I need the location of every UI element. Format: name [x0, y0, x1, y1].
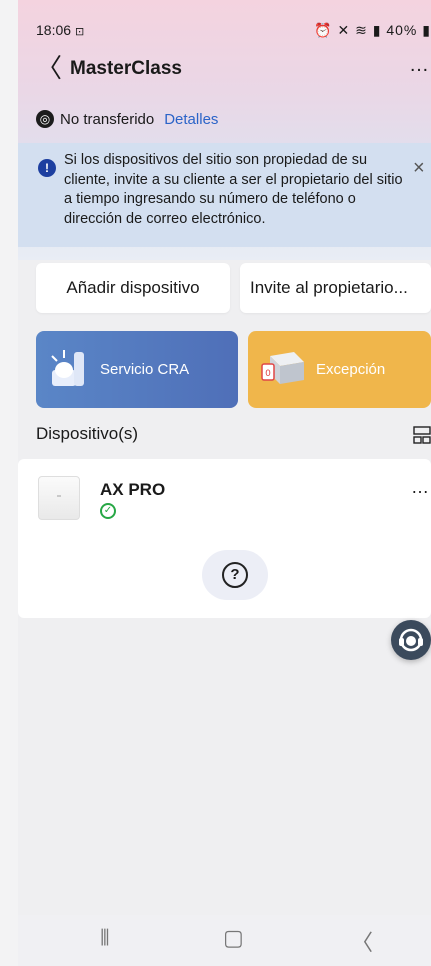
check-circle-icon: ✓ — [100, 503, 116, 519]
info-icon: ! — [38, 159, 56, 177]
alarm-siren-icon — [48, 346, 90, 394]
back-nav-icon[interactable]: 〈 — [351, 925, 373, 957]
device-name[interactable]: AX PRO — [100, 480, 165, 500]
question-icon: ? — [222, 562, 248, 588]
device-list-panel: AX PRO ✓ … ? — [18, 459, 431, 618]
screenshot-icon: ⊡ — [74, 26, 85, 38]
top-nav: 〈 MasterClass … — [18, 52, 431, 86]
transfer-status: ◎ No transferido Detalles — [36, 108, 218, 130]
transfer-status-text: No transferido — [60, 110, 155, 128]
devices-section-title: Dispositivo(s) — [36, 424, 139, 443]
banner-text: Si los dispositivos del sitio son propie… — [64, 152, 403, 227]
devices-section-header: Dispositivo(s) — [36, 424, 431, 448]
wifi-icon: ≋ — [355, 22, 368, 38]
exception-icon: 0 — [260, 348, 306, 392]
signal-icon: ▮ — [372, 22, 382, 38]
layout-toggle-icon[interactable] — [413, 426, 431, 444]
battery-icon: ▮ — [422, 22, 431, 38]
home-icon[interactable]: ▢ — [223, 925, 244, 951]
recent-apps-icon[interactable]: ⦀ — [100, 925, 110, 951]
status-bar: 18:06 ⊡ ⏰ ✕ ≋ ▮ 40% ▮ — [18, 18, 431, 44]
help-button[interactable]: ? — [202, 550, 268, 600]
invite-owner-button[interactable]: Invite al propietario... — [240, 263, 431, 313]
battery-percent: 40% — [386, 22, 418, 38]
info-banner: ! Si los dispositivos del sitio son prop… — [18, 143, 431, 247]
globe-icon: ◎ — [36, 110, 54, 128]
svg-text:0: 0 — [265, 369, 271, 379]
device-more-icon[interactable]: … — [411, 478, 431, 496]
system-nav-bar: ⦀ ▢ 〈 — [18, 915, 431, 966]
close-icon[interactable]: × — [413, 157, 431, 180]
cra-service-card[interactable]: Servicio CRA — [36, 331, 238, 408]
support-headset-icon[interactable] — [391, 620, 431, 660]
phone-screen: 18:06 ⊡ ⏰ ✕ ≋ ▮ 40% ▮ 〈 MasterClass … ◎ … — [18, 0, 431, 966]
chevron-left-icon[interactable]: 〈 — [36, 54, 62, 82]
exception-label: Excepción — [316, 361, 386, 378]
details-link[interactable]: Detalles — [164, 111, 218, 128]
exception-card[interactable]: 0 Excepción — [248, 331, 431, 408]
alarm-icon: ⏰ — [314, 22, 333, 38]
page-title: MasterClass — [70, 58, 182, 79]
mute-icon: ✕ — [337, 22, 351, 38]
add-device-button[interactable]: Añadir dispositivo — [36, 263, 230, 313]
status-icons: ⏰ ✕ ≋ ▮ 40% ▮ — [314, 22, 431, 39]
cra-service-label: Servicio CRA — [100, 361, 190, 378]
more-horizontal-icon[interactable]: … — [409, 55, 431, 75]
device-thumbnail[interactable] — [38, 476, 80, 520]
status-time: 18:06 ⊡ — [36, 22, 85, 38]
